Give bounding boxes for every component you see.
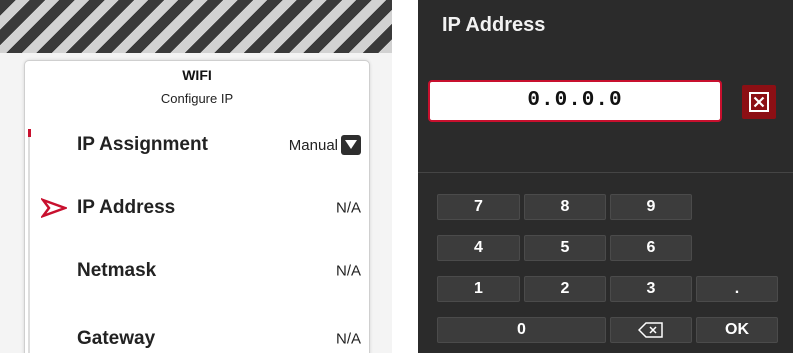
setting-value: Manual	[288, 136, 338, 154]
backspace-key[interactable]	[610, 317, 692, 343]
key-dot[interactable]: .	[696, 276, 778, 302]
ok-key[interactable]: OK	[696, 317, 778, 343]
setting-row-gateway[interactable]: Gateway N/A	[25, 319, 369, 353]
card-title: WIFI	[182, 67, 212, 83]
setting-label: IP Address	[77, 197, 176, 218]
setting-value: N/A	[335, 262, 361, 280]
key-4[interactable]: 4	[437, 235, 520, 261]
card-subtitle: Configure IP	[160, 91, 234, 106]
key-3[interactable]: 3	[610, 276, 692, 302]
key-8[interactable]: 8	[524, 194, 606, 220]
header-stripe-banner	[0, 0, 392, 53]
setting-row-ip-assignment[interactable]: IP Assignment Manual	[25, 125, 369, 165]
keypad-divider	[418, 172, 793, 173]
key-1[interactable]: 1	[437, 276, 520, 302]
pointer-arrow-icon	[41, 198, 67, 218]
key-7[interactable]: 7	[437, 194, 520, 220]
key-5[interactable]: 5	[524, 235, 606, 261]
configure-ip-card: WIFI Configure IP IP Assignment Manual I…	[24, 60, 370, 353]
setting-label: IP Assignment	[77, 134, 208, 155]
dialog-title: IP Address	[442, 14, 546, 36]
key-6[interactable]: 6	[610, 235, 692, 261]
clear-button[interactable]	[742, 85, 776, 119]
setting-label: Gateway	[77, 328, 156, 349]
setting-value: N/A	[335, 199, 361, 217]
key-2[interactable]: 2	[524, 276, 606, 302]
setting-row-ip-address[interactable]: IP Address N/A	[25, 188, 369, 228]
key-9[interactable]: 9	[610, 194, 692, 220]
chevron-down-icon[interactable]	[341, 135, 361, 155]
ip-address-input[interactable]: 0.0.0.0	[428, 80, 722, 122]
clear-x-icon	[749, 92, 769, 112]
wifi-settings-panel: WIFI Configure IP IP Assignment Manual I…	[0, 0, 392, 353]
setting-value: N/A	[335, 330, 361, 348]
backspace-icon	[638, 322, 663, 338]
setting-label: Netmask	[77, 260, 157, 281]
ip-address-dialog: IP Address 0.0.0.0 7 8 9 4 5 6 1 2 3 . 0…	[418, 0, 793, 353]
setting-row-netmask[interactable]: Netmask N/A	[25, 251, 369, 291]
key-0[interactable]: 0	[437, 317, 606, 343]
ip-assignment-select[interactable]: Manual	[289, 135, 361, 155]
